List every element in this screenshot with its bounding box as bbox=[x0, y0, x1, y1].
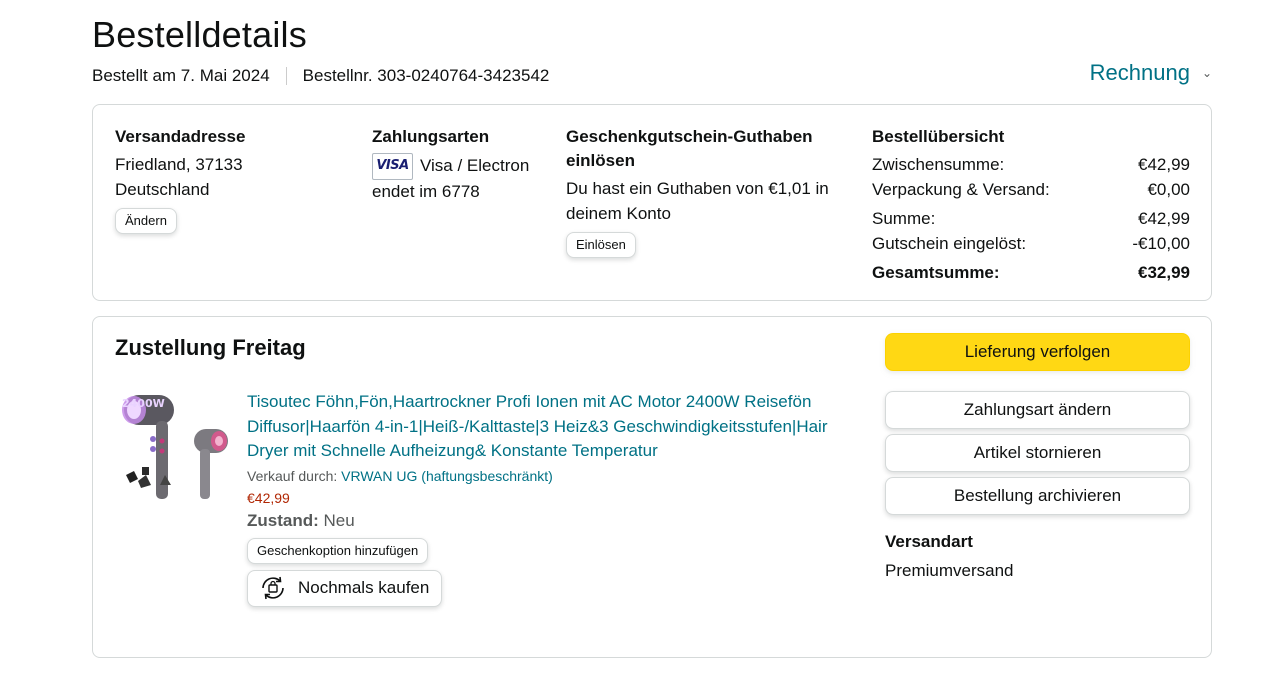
totals-label: Zwischensumme: bbox=[872, 155, 1005, 174]
buy-again-button[interactable]: Nochmals kaufen bbox=[247, 569, 443, 607]
totals-row-voucher: Gutschein eingelöst: -€10,00 bbox=[872, 232, 1190, 257]
totals-value: €0,00 bbox=[1147, 179, 1190, 199]
totals-value: €32,99 bbox=[1138, 263, 1190, 282]
totals-row-sum: Summe: €42,99 bbox=[872, 207, 1190, 232]
archive-order-button[interactable]: Bestellung archivieren bbox=[885, 477, 1190, 515]
track-package-button[interactable]: Lieferung verfolgen bbox=[885, 333, 1190, 371]
gift-card-heading-line1: Geschenkgutschein-Guthaben bbox=[566, 127, 813, 146]
card-ending: endet im 6778 bbox=[372, 182, 480, 201]
shipping-address-heading: Versandadresse bbox=[115, 127, 246, 146]
redeem-button[interactable]: Einlösen bbox=[566, 232, 636, 258]
invoice-label: Rechnung bbox=[1089, 60, 1190, 85]
visa-card-icon: VISA bbox=[372, 153, 413, 180]
totals-label: Summe: bbox=[872, 209, 936, 228]
change-address-button[interactable]: Ändern bbox=[115, 208, 177, 234]
totals-label: Gesamtsumme: bbox=[872, 263, 1000, 282]
shipment-box: Zustellung Freitag 2400W Tisoutec Föhn,F… bbox=[92, 316, 1212, 658]
totals-label: Gutschein eingelöst: bbox=[872, 233, 1027, 253]
chevron-down-icon: ⌄ bbox=[1201, 66, 1212, 80]
product-title-link[interactable]: Tisoutec Föhn,Fön,Haartrockner Profi Ion… bbox=[247, 390, 837, 464]
shipping-method-value: Premiumversand bbox=[885, 561, 1014, 580]
cancel-items-button[interactable]: Artikel stornieren bbox=[885, 434, 1190, 472]
delivery-title: Zustellung Freitag bbox=[115, 335, 306, 360]
payment-heading: Zahlungsarten bbox=[372, 127, 490, 146]
shipping-method-heading: Versandart bbox=[885, 532, 973, 551]
seller-link[interactable]: VRWAN UG (haftungsbeschränkt) bbox=[341, 468, 553, 484]
gift-card-section: Geschenkgutschein-Guthaben einlösen Du h… bbox=[566, 125, 856, 258]
shipment-actions: Lieferung verfolgen Zahlungsart ändern A… bbox=[885, 333, 1190, 585]
order-date: Bestellt am 7. Mai 2024 bbox=[92, 66, 270, 85]
totals-value: €42,99 bbox=[1138, 155, 1190, 174]
buy-again-icon bbox=[262, 576, 284, 600]
condition-label: Zustand: bbox=[247, 510, 319, 530]
page-title: Bestelldetails bbox=[92, 14, 307, 55]
totals-row-shipping: Verpackung & Versand: €0,00 bbox=[872, 178, 1190, 203]
visa-logo-text: VISA bbox=[376, 158, 409, 174]
product-info: Tisoutec Föhn,Fön,Haartrockner Profi Ion… bbox=[247, 390, 837, 608]
product-image[interactable]: 2400W bbox=[120, 389, 232, 501]
totals-label: Verpackung & Versand: bbox=[872, 179, 1050, 199]
totals-row-subtotal: Zwischensumme: €42,99 bbox=[872, 153, 1190, 178]
product-image-label: 2400W bbox=[122, 397, 165, 410]
invoice-dropdown[interactable]: Rechnung ⌄ bbox=[1090, 60, 1212, 86]
totals-row-grand-total: Gesamtsumme: €32,99 bbox=[872, 261, 1190, 286]
address-line-2: Deutschland bbox=[115, 179, 210, 199]
totals-value: -€10,00 bbox=[1132, 233, 1190, 253]
order-meta: Bestellt am 7. Mai 2024 Bestellnr. 303-0… bbox=[92, 66, 549, 86]
shipping-address: Versandadresse Friedland, 37133 Deutschl… bbox=[115, 125, 345, 234]
totals-heading: Bestellübersicht bbox=[872, 127, 1005, 146]
seller-line: Verkauf durch: VRWAN UG (haftungsbeschrä… bbox=[247, 468, 837, 484]
order-number: Bestellnr. 303-0240764-3423542 bbox=[302, 66, 550, 85]
seller-prefix: Verkauf durch: bbox=[247, 467, 338, 484]
product-condition: Zustand: Neu bbox=[247, 511, 837, 531]
address-line-1: Friedland, 37133 bbox=[115, 155, 243, 174]
payment-card-row: VISA Visa / Electron bbox=[372, 153, 552, 180]
totals-value: €42,99 bbox=[1138, 209, 1190, 228]
add-gift-option-button[interactable]: Geschenkoption hinzufügen bbox=[247, 537, 429, 564]
order-summary-box: Versandadresse Friedland, 37133 Deutschl… bbox=[92, 104, 1212, 301]
product-price: €42,99 bbox=[247, 489, 290, 506]
card-name: Visa / Electron bbox=[420, 156, 530, 176]
condition-value: Neu bbox=[323, 510, 355, 530]
gift-balance-line2: deinem Konto bbox=[566, 203, 671, 223]
payment-method: Zahlungsarten VISA Visa / Electron endet… bbox=[372, 125, 552, 205]
change-payment-button[interactable]: Zahlungsart ändern bbox=[885, 391, 1190, 429]
meta-divider bbox=[285, 67, 287, 85]
buy-again-label: Nochmals kaufen bbox=[298, 578, 430, 597]
gift-balance-line1: Du hast ein Guthaben von €1,01 in bbox=[566, 179, 829, 198]
gift-card-heading-line2: einlösen bbox=[566, 151, 635, 170]
order-totals: Bestellübersicht Zwischensumme: €42,99 V… bbox=[872, 125, 1190, 286]
shipping-method: Versandart Premiumversand bbox=[885, 527, 1190, 585]
gift-card-heading: Geschenkgutschein-Guthaben einlösen bbox=[566, 125, 856, 173]
